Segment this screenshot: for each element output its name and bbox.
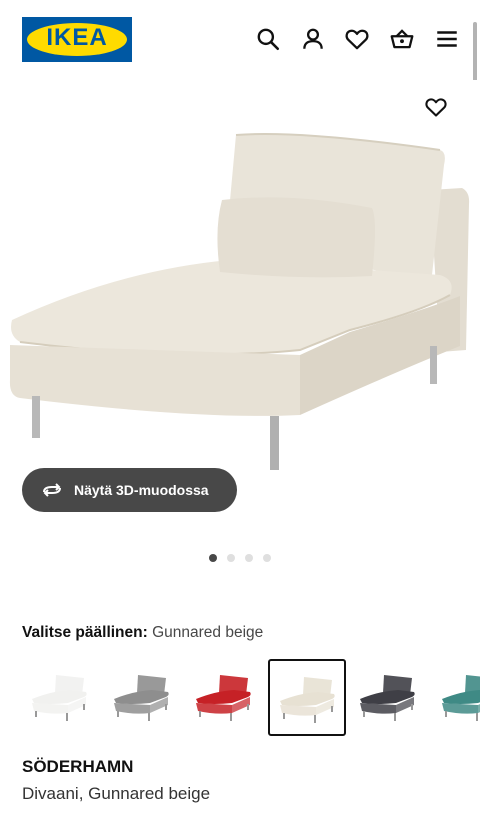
menu-icon[interactable] xyxy=(434,26,460,52)
cover-swatch[interactable] xyxy=(186,659,264,736)
basket-icon[interactable] xyxy=(389,26,415,52)
cover-selected-value: Gunnared beige xyxy=(152,624,264,641)
cover-label-text: Valitse päällinen: xyxy=(22,624,148,641)
add-to-favourites-icon[interactable] xyxy=(424,95,448,119)
gallery-pagination xyxy=(0,554,480,562)
ikea-logo[interactable]: IKEA xyxy=(22,17,132,62)
gallery-dot[interactable] xyxy=(209,554,217,562)
cover-swatch[interactable] xyxy=(104,659,182,736)
product-description: Divaani, Gunnared beige xyxy=(22,784,211,803)
favourites-icon[interactable] xyxy=(344,26,370,52)
site-header: IKEA xyxy=(0,0,480,80)
cover-selection-label: Valitse päällinen: Gunnared beige xyxy=(22,624,263,642)
rotate-3d-icon xyxy=(43,483,61,497)
cover-swatch[interactable] xyxy=(22,659,100,736)
search-icon[interactable] xyxy=(255,26,281,52)
view-3d-label: Näytä 3D-muodossa xyxy=(74,482,209,498)
product-image[interactable] xyxy=(0,80,480,490)
view-3d-button[interactable]: Näytä 3D-muodossa xyxy=(22,468,237,512)
gallery-dot[interactable] xyxy=(263,554,271,562)
cover-swatch[interactable] xyxy=(350,659,428,736)
gallery-dot[interactable] xyxy=(245,554,253,562)
gallery-dot[interactable] xyxy=(227,554,235,562)
cover-swatch[interactable] xyxy=(268,659,346,736)
cover-swatch[interactable] xyxy=(432,659,480,736)
product-name[interactable]: SÖDERHAMN xyxy=(22,757,133,777)
cover-swatch-list xyxy=(22,659,480,736)
account-icon[interactable] xyxy=(300,26,326,52)
